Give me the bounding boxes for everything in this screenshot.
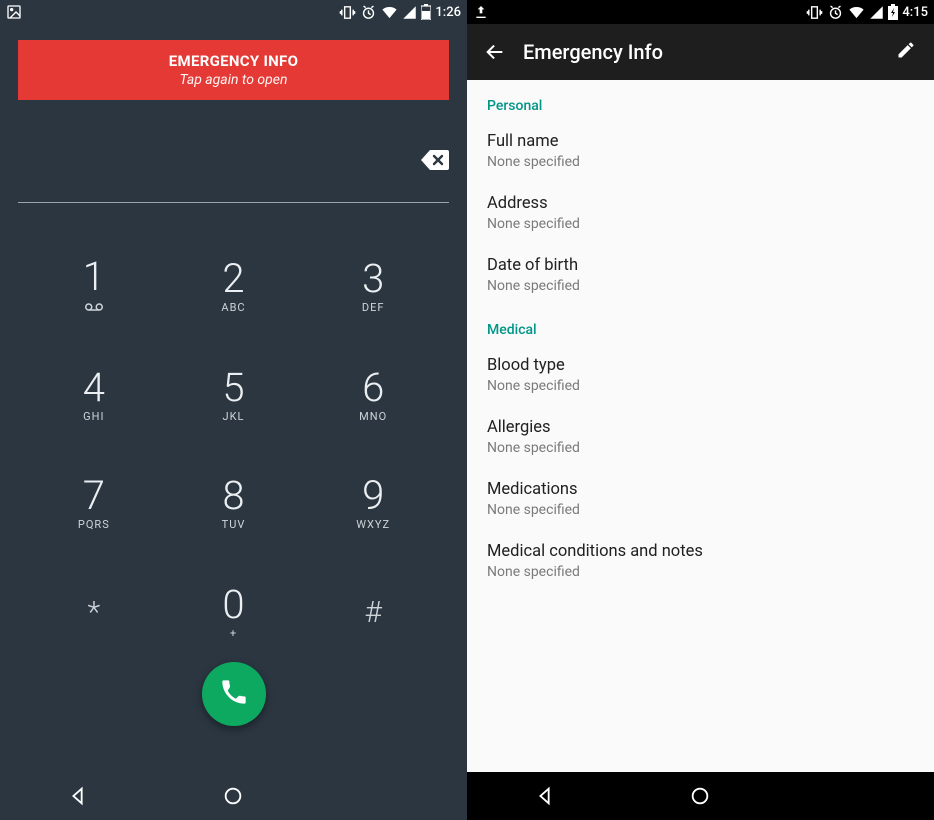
setting-label: Address [487, 194, 914, 213]
wifi-icon [381, 4, 398, 21]
signal-icon [869, 5, 884, 20]
dialpad-letters: JKL [223, 410, 245, 423]
picture-icon [6, 4, 22, 20]
dialpad-digit: 9 [362, 476, 384, 516]
back-nav-button[interactable] [523, 774, 567, 818]
setting-label: Allergies [487, 418, 914, 437]
setting-value: None specified [487, 502, 914, 518]
signal-icon [402, 5, 417, 20]
dialpad-digit: 8 [222, 476, 244, 516]
dialpad-letters: GHI [83, 410, 104, 423]
home-nav-button[interactable] [211, 774, 255, 818]
dialer-screen: 1:26 EMERGENCY INFO Tap again to open 1 2… [0, 0, 467, 820]
dialpad-key-9[interactable]: 9 WXYZ [303, 455, 443, 554]
setting-row[interactable]: Medications None specified [467, 470, 934, 532]
setting-row[interactable]: Address None specified [467, 184, 934, 246]
setting-value: None specified [487, 440, 914, 456]
dialpad-digit: 5 [222, 368, 244, 408]
back-nav-button[interactable] [56, 774, 100, 818]
setting-value: None specified [487, 564, 914, 580]
dialpad-digit: 1 [83, 257, 105, 297]
dialpad-key-2[interactable]: 2 ABC [164, 237, 304, 336]
setting-value: None specified [487, 216, 914, 232]
setting-row[interactable]: Allergies None specified [467, 408, 934, 470]
navigation-bar [0, 772, 467, 820]
dialpad-key-8[interactable]: 8 TUV [164, 455, 304, 554]
status-bar: 4:15 [467, 0, 934, 24]
setting-value: None specified [487, 154, 914, 170]
battery-icon [421, 4, 431, 20]
section-header-personal: Personal [467, 84, 934, 122]
dialpad: 12ABC3DEF4GHI5JKL6MNO7PQRS8TUV9WXYZ*0+# [0, 203, 467, 662]
app-bar: Emergency Info [467, 24, 934, 80]
setting-row[interactable]: Date of birth None specified [467, 246, 934, 308]
status-bar: 1:26 [0, 0, 467, 24]
dialpad-digit: 3 [362, 259, 384, 299]
banner-subtitle: Tap again to open [18, 72, 449, 88]
setting-label: Medications [487, 480, 914, 499]
dialpad-digit: 4 [83, 368, 105, 408]
edit-button[interactable] [890, 36, 922, 68]
vibrate-icon [806, 4, 823, 21]
dialpad-letters: TUV [222, 518, 246, 531]
dialpad-key-5[interactable]: 5 JKL [164, 346, 304, 445]
dialpad-digit: 2 [222, 259, 244, 299]
banner-title: EMERGENCY INFO [18, 52, 449, 70]
dialpad-letters: PQRS [78, 518, 110, 531]
setting-label: Date of birth [487, 256, 914, 275]
dialpad-key-6[interactable]: 6 MNO [303, 346, 443, 445]
emergency-info-banner[interactable]: EMERGENCY INFO Tap again to open [18, 40, 449, 100]
dialpad-letters: WXYZ [356, 518, 390, 531]
dialpad-key-hash[interactable]: # [303, 563, 443, 662]
dialpad-symbol: # [364, 595, 381, 630]
emergency-info-screen: 4:15 Emergency Info Personal Full name Non… [467, 0, 934, 820]
section-header-medical: Medical [467, 308, 934, 346]
dialpad-key-1[interactable]: 1 [24, 237, 164, 336]
setting-label: Blood type [487, 356, 914, 375]
clock-text: 1:26 [435, 5, 461, 20]
battery-charging-icon [888, 4, 898, 20]
setting-row[interactable]: Medical conditions and notes None specifi… [467, 532, 934, 594]
upload-icon [473, 4, 489, 20]
alarm-icon [827, 4, 844, 21]
vibrate-icon [339, 4, 356, 21]
dialpad-symbol: * [87, 595, 100, 630]
backspace-icon[interactable] [421, 150, 449, 170]
setting-label: Full name [487, 132, 914, 151]
dialpad-key-3[interactable]: 3 DEF [303, 237, 443, 336]
wifi-icon [848, 4, 865, 21]
back-button[interactable] [479, 36, 511, 68]
dial-input-area [18, 140, 449, 203]
dialpad-letters: ABC [221, 301, 245, 314]
dialpad-digit: 6 [362, 368, 384, 408]
dialpad-digit: 0 [222, 585, 244, 625]
dialpad-letters: MNO [359, 410, 387, 423]
setting-value: None specified [487, 378, 914, 394]
setting-row[interactable]: Blood type None specified [467, 346, 934, 408]
alarm-icon [360, 4, 377, 21]
navigation-bar [467, 772, 934, 820]
setting-row[interactable]: Full name None specified [467, 122, 934, 184]
pencil-icon [896, 40, 916, 64]
dialpad-key-7[interactable]: 7 PQRS [24, 455, 164, 554]
app-bar-title: Emergency Info [523, 40, 890, 64]
dialpad-digit: 7 [83, 476, 105, 516]
dialpad-letters: + [230, 627, 237, 640]
dialpad-letters: DEF [362, 301, 385, 314]
call-button[interactable] [202, 662, 266, 726]
clock-text: 4:15 [902, 5, 928, 20]
phone-icon [220, 678, 248, 710]
dialpad-key-star[interactable]: * [24, 563, 164, 662]
setting-value: None specified [487, 278, 914, 294]
dialpad-key-4[interactable]: 4 GHI [24, 346, 164, 445]
dialpad-key-0[interactable]: 0+ [164, 563, 304, 662]
home-nav-button[interactable] [678, 774, 722, 818]
setting-label: Medical conditions and notes [487, 542, 914, 561]
voicemail-icon [85, 297, 103, 316]
settings-list[interactable]: Personal Full name None specified Address No… [467, 80, 934, 772]
